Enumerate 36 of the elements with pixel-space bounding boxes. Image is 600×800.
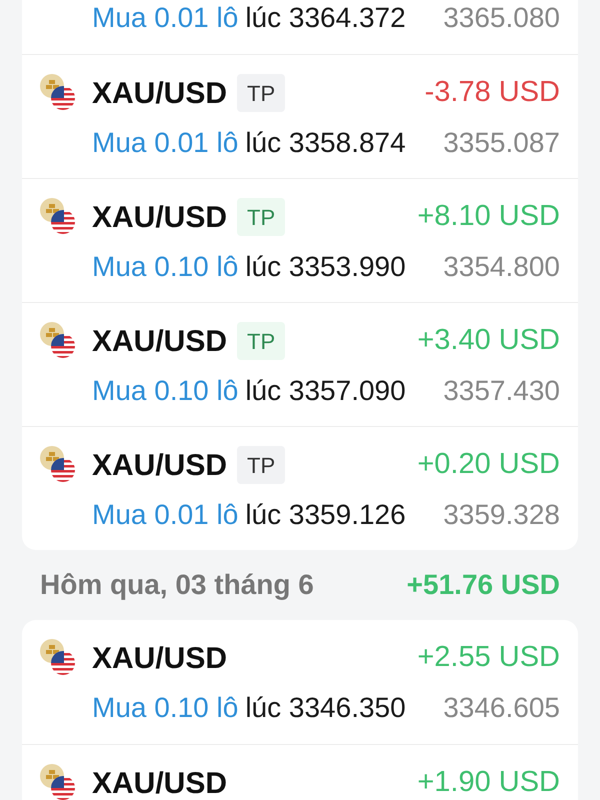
open-price: lúc 3364.372 (245, 1, 406, 35)
tp-badge: TP (237, 198, 286, 236)
current-price: 3357.430 (443, 374, 560, 408)
tp-badge: TP (237, 446, 286, 484)
order-size: Mua 0.01 lô (92, 1, 238, 35)
tp-badge: TP (237, 74, 286, 112)
profit-amount: +3.40 USD (417, 323, 560, 358)
tp-badge: TP (237, 322, 286, 360)
symbol-name: XAU/USD (92, 76, 228, 112)
day-total: +51.76 USD (406, 568, 560, 602)
current-price: 3346.605 (443, 691, 560, 725)
symbol-name: XAU/USD (92, 640, 228, 676)
current-price: 3365.080 (443, 1, 560, 35)
open-price: lúc 3357.090 (245, 374, 406, 408)
open-price: lúc 3353.990 (245, 250, 406, 284)
current-price: 3355.087 (443, 126, 560, 160)
order-size: Mua 0.01 lô (92, 126, 238, 160)
symbol-name: XAU/USD (92, 324, 228, 360)
order-size: Mua 0.10 lô (92, 250, 238, 284)
profit-amount: +8.10 USD (417, 199, 560, 234)
current-price: 3354.800 (443, 250, 560, 284)
date-heading: Hôm qua, 03 tháng 6 (40, 568, 314, 602)
order-size: Mua 0.01 lô (92, 498, 238, 532)
open-price: lúc 3346.350 (245, 691, 406, 725)
profit-amount: +0.20 USD (417, 447, 560, 482)
symbol-name: XAU/USD (92, 200, 228, 236)
profit-amount: +2.55 USD (417, 640, 560, 676)
open-price: lúc 3359.126 (245, 498, 406, 532)
current-price: 3359.328 (443, 498, 560, 532)
open-price: lúc 3358.874 (245, 126, 406, 160)
symbol-name: XAU/USD (92, 766, 228, 800)
profit-amount: -3.78 USD (424, 75, 560, 110)
profit-amount: +1.90 USD (417, 765, 560, 800)
symbol-name: XAU/USD (92, 448, 228, 484)
order-size: Mua 0.10 lô (92, 691, 238, 725)
order-size: Mua 0.10 lô (92, 374, 238, 408)
